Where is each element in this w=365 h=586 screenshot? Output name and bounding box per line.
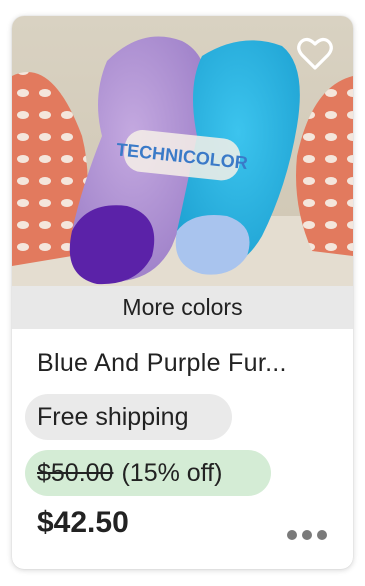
more-colors-bar[interactable]: More colors	[12, 286, 353, 329]
current-price: $42.50	[37, 506, 129, 539]
listing-title[interactable]: Blue And Purple Fur...	[37, 349, 337, 378]
sale-badge: $50.00 (15% off)	[25, 450, 271, 496]
more-options-dots-icon[interactable]	[287, 530, 327, 540]
favorite-button[interactable]	[291, 30, 339, 78]
free-shipping-badge: Free shipping	[25, 394, 232, 440]
dot	[317, 530, 327, 540]
listing-image[interactable]: TECHNICOLOR	[12, 16, 353, 286]
more-colors-label: More colors	[122, 294, 243, 320]
dot	[287, 530, 297, 540]
heart-outline-icon	[297, 37, 333, 70]
dot	[302, 530, 312, 540]
discount-percent: (15% off)	[121, 458, 223, 487]
listing-card[interactable]: TECHNICOLOR More colors Blue And Purple …	[12, 16, 353, 569]
free-shipping-label: Free shipping	[37, 402, 189, 431]
original-price: $50.00	[37, 458, 114, 487]
